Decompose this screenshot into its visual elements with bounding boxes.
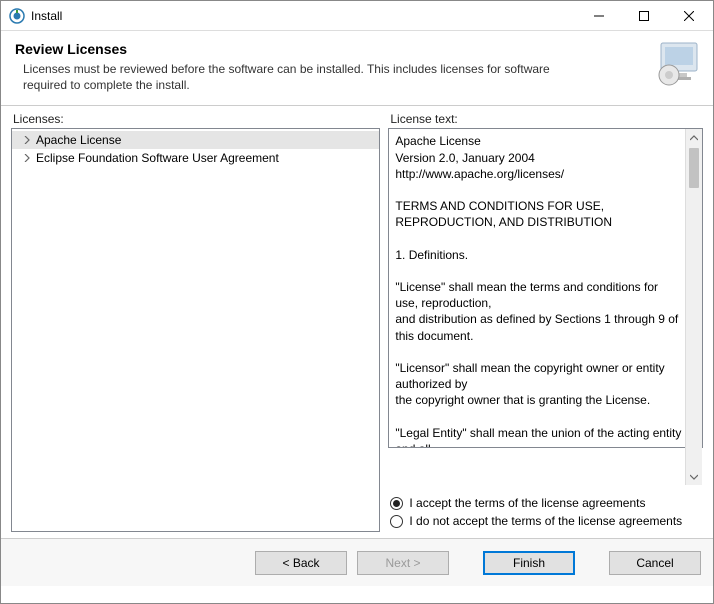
license-text-box[interactable]: Apache License Version 2.0, January 2004… (388, 128, 703, 448)
list-item[interactable]: Eclipse Foundation Software User Agreeme… (12, 149, 379, 167)
finish-button[interactable]: Finish (483, 551, 575, 575)
maximize-button[interactable] (621, 2, 666, 30)
reject-label: I do not accept the terms of the license… (409, 514, 682, 528)
page-description: Licenses must be reviewed before the sof… (15, 61, 575, 93)
list-item-label: Eclipse Foundation Software User Agreeme… (36, 151, 279, 165)
app-icon (9, 8, 25, 24)
radio-icon (390, 515, 403, 528)
cancel-button[interactable]: Cancel (609, 551, 701, 575)
list-item-label: Apache License (36, 133, 121, 147)
title-bar: Install (1, 1, 713, 31)
wizard-footer: < Back Next > Finish Cancel (1, 538, 713, 586)
list-item[interactable]: Apache License (12, 131, 379, 149)
licenses-label: Licenses: (11, 112, 380, 126)
licenses-list[interactable]: Apache License Eclipse Foundation Softwa… (11, 128, 380, 532)
minimize-button[interactable] (576, 2, 621, 30)
scrollbar[interactable] (685, 129, 702, 485)
license-text-label: License text: (388, 112, 703, 126)
window-title: Install (31, 9, 576, 23)
chevron-right-icon (22, 153, 32, 163)
install-icon (655, 39, 703, 87)
wizard-header: Review Licenses Licenses must be reviewe… (1, 31, 713, 106)
scroll-up-icon[interactable] (686, 129, 703, 146)
next-button[interactable]: Next > (357, 551, 449, 575)
accept-label: I accept the terms of the license agreem… (409, 496, 645, 510)
content-area: Licenses: Apache License Eclipse Foundat… (1, 106, 713, 538)
chevron-right-icon (22, 135, 32, 145)
back-button[interactable]: < Back (255, 551, 347, 575)
radio-icon (390, 497, 403, 510)
agreement-radio-group: I accept the terms of the license agreem… (388, 486, 703, 532)
reject-radio[interactable]: I do not accept the terms of the license… (390, 512, 701, 530)
window-controls (576, 2, 711, 30)
scroll-thumb[interactable] (689, 148, 699, 188)
close-button[interactable] (666, 2, 711, 30)
page-title: Review Licenses (15, 41, 699, 57)
scroll-down-icon[interactable] (686, 468, 703, 485)
license-text-column: License text: Apache License Version 2.0… (388, 112, 703, 532)
accept-radio[interactable]: I accept the terms of the license agreem… (390, 494, 701, 512)
licenses-column: Licenses: Apache License Eclipse Foundat… (11, 112, 380, 532)
